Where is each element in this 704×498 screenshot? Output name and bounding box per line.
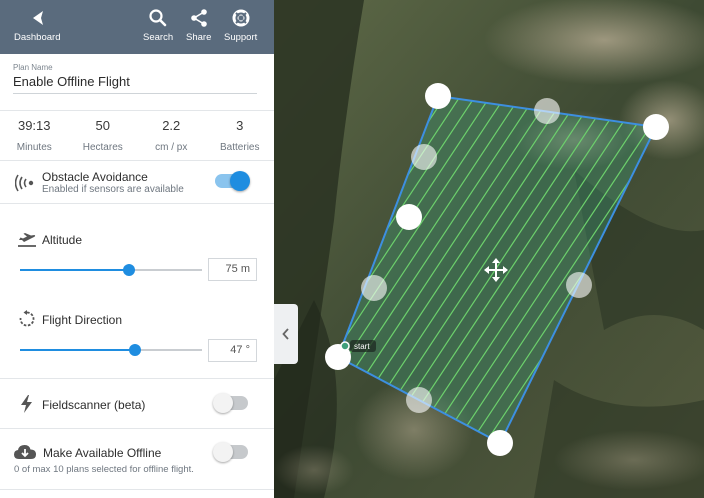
collapse-panel-button[interactable] (274, 304, 298, 364)
divider (0, 378, 274, 379)
back-arrow-icon (33, 11, 44, 25)
stat-duration: 39:13 Minutes (0, 118, 69, 153)
search-icon (149, 9, 167, 27)
toggle-knob (230, 171, 250, 191)
polygon-midpoint-handle[interactable] (406, 387, 432, 413)
divider (0, 428, 274, 429)
share-label: Share (186, 32, 212, 43)
slider-fill (20, 269, 130, 271)
stat-unit: Minutes (16, 142, 52, 153)
toggle-knob (213, 442, 233, 462)
plan-stats: 39:13 Minutes 50 Hectares 2.2 cm / px 3 … (0, 118, 274, 153)
flight-direction-title: Flight Direction (42, 313, 123, 327)
polygon-vertex-handle[interactable] (487, 430, 513, 456)
polygon-midpoint-handle[interactable] (566, 272, 592, 298)
takeoff-icon (18, 233, 36, 247)
dashboard-label: Dashboard (14, 32, 61, 43)
plan-name-field: Plan Name (13, 63, 257, 94)
stat-value: 3 (236, 118, 244, 133)
toggle-knob (213, 393, 233, 413)
flight-direction-input[interactable]: 47 ° (208, 339, 257, 362)
start-label: start (354, 342, 370, 351)
sensor-waves-icon (15, 174, 34, 192)
stat-batteries: 3 Batteries (206, 118, 275, 153)
support-button[interactable]: Support (224, 8, 257, 43)
slider-thumb[interactable] (128, 344, 141, 356)
stat-value: 2.2 (162, 118, 181, 133)
altitude-input[interactable]: 75 m (208, 258, 257, 281)
polygon-vertex-handle[interactable] (396, 204, 422, 230)
obstacle-avoidance-subtitle: Enabled if sensors are available (42, 184, 184, 195)
plan-name-input[interactable] (13, 72, 257, 94)
stat-unit: cm / px (155, 142, 188, 153)
lightning-icon (21, 395, 32, 413)
fieldscanner-title: Fieldscanner (beta) (42, 398, 146, 412)
divider (0, 203, 274, 204)
offline-subtitle: 0 of max 10 plans selected for offline f… (14, 464, 194, 475)
polygon-midpoint-handle[interactable] (534, 98, 560, 124)
fieldscanner-toggle[interactable] (213, 393, 248, 413)
search-label: Search (143, 32, 174, 43)
ridge-highlight (274, 445, 354, 495)
top-toolbar: Dashboard Search Share Support (0, 0, 274, 54)
stat-area: 50 Hectares (69, 118, 138, 153)
obstacle-avoidance-toggle[interactable] (215, 171, 250, 191)
stat-value: 50 (95, 118, 110, 133)
divider (0, 160, 274, 161)
polygon-midpoint-handle[interactable] (411, 144, 437, 170)
polygon-midpoint-handle[interactable] (361, 275, 387, 301)
altitude-title: Altitude (42, 233, 83, 247)
divider (0, 110, 274, 111)
stat-value: 39:13 (17, 118, 51, 133)
flight-direction-slider[interactable] (20, 342, 202, 358)
polygon-vertex-handle[interactable] (425, 83, 451, 109)
plan-sidebar: Dashboard Search Share Support Plan Name… (0, 0, 274, 498)
lifebuoy-icon (232, 9, 250, 27)
start-point-marker (340, 341, 350, 351)
rotate-icon (19, 310, 35, 327)
plan-name-caption: Plan Name (13, 63, 53, 72)
support-label: Support (224, 32, 258, 43)
dashboard-button[interactable]: Dashboard (14, 8, 60, 43)
altitude-slider[interactable] (20, 262, 202, 278)
offline-title: Make Available Offline (43, 446, 162, 460)
slider-fill (20, 349, 135, 351)
cloud-download-icon (14, 445, 36, 459)
map-canvas: start (274, 0, 704, 498)
share-icon (190, 9, 207, 27)
divider (0, 489, 274, 490)
satellite-map[interactable]: start (274, 0, 704, 498)
search-button[interactable]: Search (143, 8, 173, 43)
stat-unit: Hectares (82, 142, 123, 153)
chevron-left-icon (282, 328, 289, 340)
slider-thumb[interactable] (123, 264, 136, 276)
offline-toggle[interactable] (213, 442, 248, 462)
stat-unit: Batteries (220, 142, 260, 153)
stat-resolution: 2.2 cm / px (137, 118, 206, 153)
share-button[interactable]: Share (186, 8, 211, 43)
polygon-vertex-handle[interactable] (643, 114, 669, 140)
obstacle-avoidance-title: Obstacle Avoidance (42, 170, 148, 184)
